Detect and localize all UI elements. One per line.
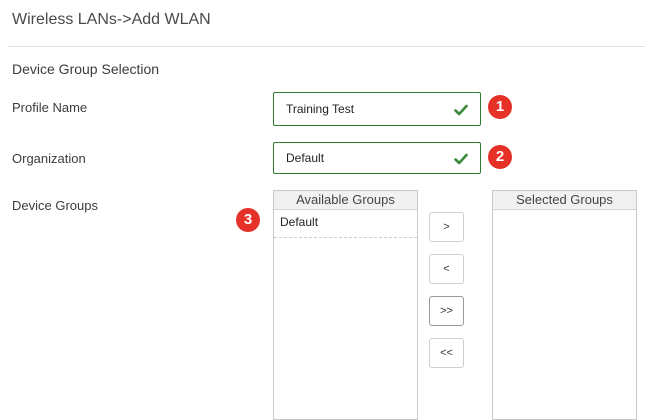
profile-name-field[interactable]: Training Test — [273, 92, 481, 126]
remove-all-button[interactable]: << — [429, 338, 464, 368]
page-title: Wireless LANs->Add WLAN — [12, 11, 211, 28]
selected-groups-list[interactable]: Selected Groups — [492, 190, 637, 420]
organization-label: Organization — [12, 151, 86, 166]
available-groups-header: Available Groups — [274, 191, 417, 210]
annotation-marker-2: 2 — [488, 145, 512, 169]
add-all-button[interactable]: >> — [429, 296, 464, 326]
annotation-marker-1: 1 — [488, 95, 512, 119]
remove-selected-button[interactable]: < — [429, 254, 464, 284]
organization-value: Default — [286, 151, 325, 165]
profile-name-label: Profile Name — [12, 100, 88, 115]
device-groups-label: Device Groups — [12, 198, 98, 213]
add-selected-button[interactable]: > — [429, 212, 464, 242]
annotation-marker-3: 3 — [236, 208, 260, 232]
check-icon — [454, 153, 468, 165]
section-title: Device Group Selection — [12, 61, 160, 77]
organization-field[interactable]: Default — [273, 142, 481, 174]
title-divider — [8, 46, 645, 47]
selected-groups-header: Selected Groups — [493, 191, 636, 210]
list-item[interactable]: Default — [274, 210, 417, 238]
available-groups-list[interactable]: Available Groups Default — [273, 190, 418, 420]
profile-name-value: Training Test — [286, 102, 355, 116]
check-icon — [454, 104, 468, 116]
